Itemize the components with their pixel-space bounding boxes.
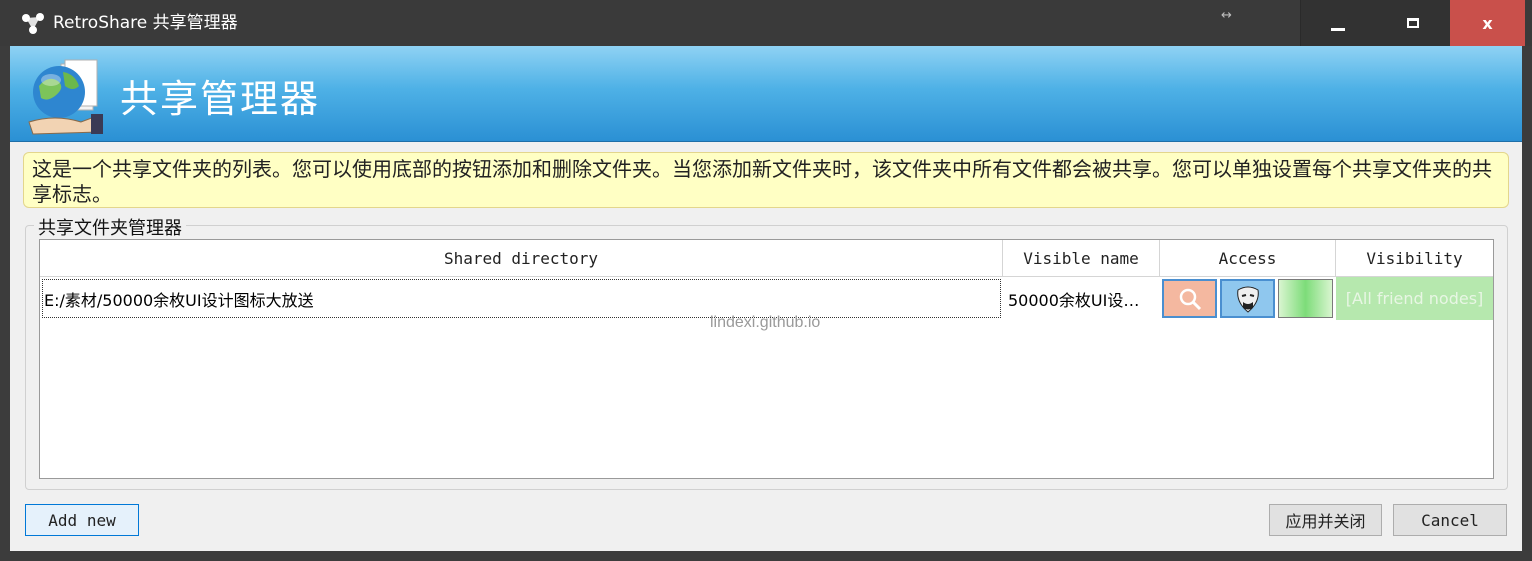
cancel-button[interactable]: Cancel: [1393, 504, 1507, 536]
anonymous-mask-icon[interactable]: [1220, 279, 1275, 318]
watermark: lindexi.github.io: [710, 314, 821, 331]
resize-icon: ↔: [1221, 8, 1232, 23]
close-button[interactable]: x: [1450, 0, 1525, 46]
minimize-button[interactable]: [1300, 0, 1375, 46]
access-cell: [1160, 277, 1336, 320]
maximize-icon: [1406, 18, 1419, 28]
dialog-body: 共享管理器 这是一个共享文件夹的列表。您可以使用底部的按钮添加和删除文件夹。当您…: [10, 46, 1522, 551]
shared-directory-table[interactable]: Shared directory Visible name Access Vis…: [39, 239, 1494, 479]
table-header: Shared directory Visible name Access Vis…: [40, 240, 1493, 277]
visibility-cell[interactable]: [All friend nodes]: [1336, 277, 1493, 320]
column-header-access[interactable]: Access: [1160, 240, 1336, 277]
group-title: 共享文件夹管理器: [34, 214, 186, 240]
info-message: 这是一个共享文件夹的列表。您可以使用底部的按钮添加和删除文件夹。当您添加新文件夹…: [23, 152, 1509, 208]
maximize-button[interactable]: [1375, 0, 1450, 46]
search-icon[interactable]: [1162, 279, 1217, 318]
title-bar[interactable]: RetroShare 共享管理器 ↔ x: [0, 0, 1532, 46]
header-banner: 共享管理器: [10, 46, 1522, 142]
column-header-visibility[interactable]: Visibility: [1336, 240, 1493, 277]
column-header-shared-directory[interactable]: Shared directory: [40, 240, 1003, 277]
column-header-visible-name[interactable]: Visible name: [1003, 240, 1160, 277]
close-icon: x: [1482, 13, 1493, 33]
add-new-button[interactable]: Add new: [25, 504, 139, 536]
retroshare-logo-icon: [20, 11, 46, 35]
green-flag-icon[interactable]: [1278, 279, 1333, 318]
visible-name-cell[interactable]: 50000余枚UI设…: [1003, 277, 1160, 320]
retroshare-window: RetroShare 共享管理器 ↔ x 共享管理器 这是一个共享文件夹的列表。…: [0, 0, 1532, 561]
apply-and-close-button[interactable]: 应用并关闭: [1269, 504, 1382, 536]
window-title: RetroShare 共享管理器: [53, 13, 238, 33]
page-title: 共享管理器: [120, 77, 321, 121]
directory-cell[interactable]: E:/素材/50000余枚UI设计图标大放送: [40, 277, 1003, 320]
minimize-icon: [1331, 27, 1345, 31]
globe-folder-icon: [25, 52, 105, 136]
